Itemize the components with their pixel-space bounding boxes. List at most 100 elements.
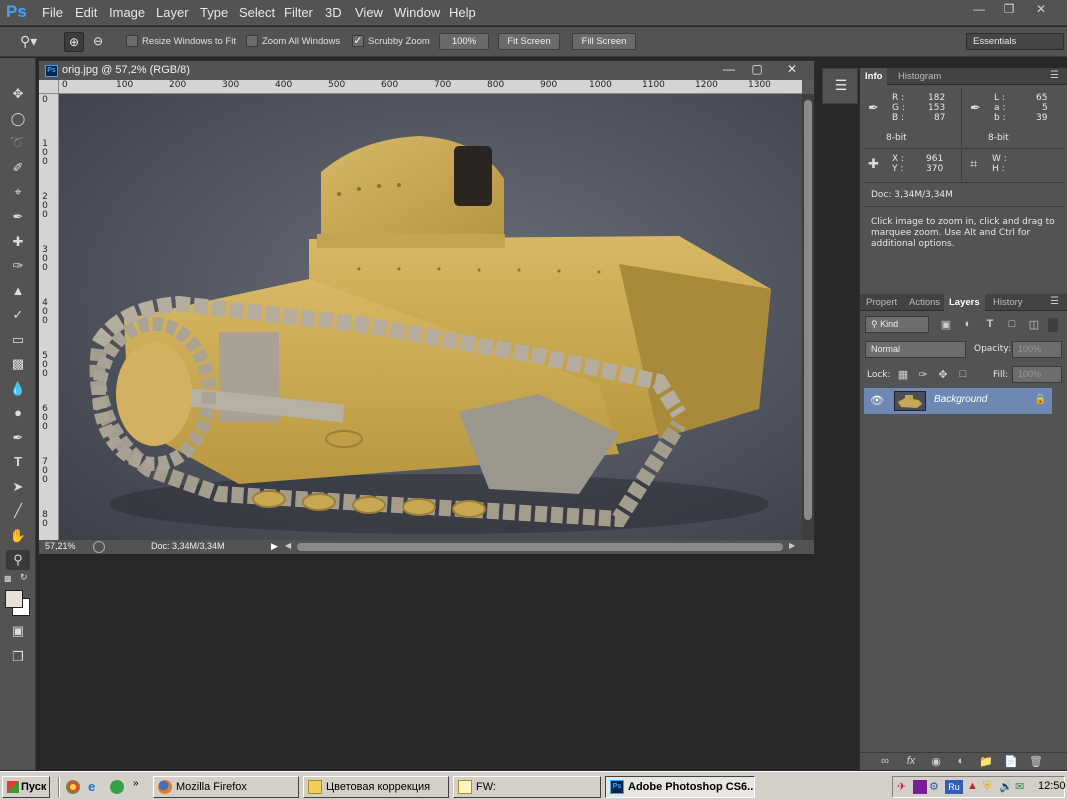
scroll-right-icon[interactable]: ▶ (789, 541, 799, 553)
vertical-ruler[interactable]: 0 1 0 0 2 0 0 3 0 0 4 0 0 5 0 0 6 0 0 7 … (39, 94, 59, 540)
tab-properties[interactable]: Propert (866, 297, 897, 308)
menu-edit[interactable]: Edit (75, 5, 97, 20)
move-tool-icon[interactable]: ✥ (6, 84, 30, 104)
crop-tool-icon[interactable]: ⌖ (6, 182, 30, 202)
marquee-tool-icon[interactable]: ◯ (6, 109, 30, 129)
tab-history[interactable]: History (993, 297, 1023, 308)
clone-stamp-tool-icon[interactable]: ▲ (6, 281, 30, 301)
taskbar-photoshop[interactable]: Ps Adobe Photoshop CS6... (605, 776, 755, 798)
zoom-all-windows-checkbox[interactable] (246, 35, 258, 47)
doc-maximize-icon[interactable]: ▢ (743, 61, 771, 78)
doc-close-icon[interactable]: ✕ (775, 61, 809, 78)
panel-menu-icon[interactable]: ☰ (1050, 296, 1059, 307)
minimize-icon[interactable]: — (968, 2, 990, 18)
close-icon[interactable]: ✕ (1030, 2, 1052, 18)
new-group-icon[interactable]: 📁 (978, 755, 994, 769)
gradient-tool-icon[interactable]: ▩ (6, 354, 30, 374)
zoom-out-icon[interactable]: ⊖ (88, 32, 108, 52)
foreground-color-swatch[interactable] (5, 590, 23, 608)
doc-minimize-icon[interactable]: — (715, 61, 743, 78)
ruler-origin[interactable] (39, 80, 59, 94)
fit-screen-button[interactable]: Fit Screen (498, 33, 560, 50)
hand-tool-icon[interactable]: ✋ (6, 526, 30, 546)
menu-filter[interactable]: Filter (284, 5, 313, 20)
eraser-tool-icon[interactable]: ▭ (6, 330, 30, 350)
eyedropper-tool-icon[interactable]: ✒ (6, 207, 30, 227)
opacity-field[interactable]: 100% (1012, 341, 1062, 358)
scrubby-zoom-checkbox[interactable]: ✓ (352, 35, 364, 47)
default-colors-icon[interactable]: ▩ (4, 574, 14, 583)
document-title-bar[interactable]: Ps orig.jpg @ 57,2% (RGB/8) — ▢ ✕ (39, 61, 814, 80)
line-tool-icon[interactable]: ╱ (6, 501, 30, 521)
tray-app-icon[interactable]: ⚙ (929, 780, 943, 794)
new-layer-icon[interactable]: 📄 (1003, 755, 1019, 769)
zoom-tool-icon[interactable]: ⚲ (6, 550, 30, 570)
chrome-icon[interactable] (66, 780, 80, 794)
adjustment-layer-icon[interactable]: ◐ (953, 755, 969, 769)
brush-tool-icon[interactable]: ✑ (6, 256, 30, 276)
filter-adjustment-icon[interactable]: ◐ (960, 318, 976, 332)
blend-mode-dropdown[interactable]: Normal (865, 341, 966, 358)
tab-actions[interactable]: Actions (909, 297, 940, 308)
menu-select[interactable]: Select (239, 5, 275, 20)
menu-3d[interactable]: 3D (325, 5, 342, 20)
lasso-tool-icon[interactable]: ➰ (6, 133, 30, 153)
taskbar-folder[interactable]: Цветовая коррекция (303, 776, 449, 798)
path-selection-tool-icon[interactable]: ➤ (6, 477, 30, 497)
layer-filter-kind-dropdown[interactable]: ⚲ Kind (865, 316, 929, 333)
pen-tool-icon[interactable]: ✒ (6, 428, 30, 448)
tab-layers[interactable]: Layers (944, 294, 985, 311)
start-button[interactable]: Пуск (2, 776, 50, 798)
quick-selection-tool-icon[interactable]: ✐ (6, 158, 30, 178)
screen-mode-icon[interactable]: ❐ (6, 647, 30, 667)
lock-transparent-icon[interactable]: ▦ (895, 368, 911, 382)
filter-smart-object-icon[interactable]: ◫ (1026, 318, 1042, 332)
internet-explorer-icon[interactable]: e (88, 779, 102, 794)
swap-colors-icon[interactable]: ↻ (20, 572, 30, 582)
tray-app-icon[interactable] (913, 780, 927, 794)
lock-all-icon[interactable]: □ (955, 368, 971, 382)
zoom-tool-preset-icon[interactable]: ⚲▾ (20, 33, 50, 51)
layer-style-icon[interactable]: fx (903, 755, 919, 769)
status-menu-arrow-icon[interactable]: ▶ (271, 541, 281, 553)
volume-icon[interactable]: 🔊 (999, 780, 1013, 794)
quicklaunch-more-icon[interactable]: » (133, 778, 143, 792)
zoom-level-field[interactable]: 57,21% (45, 541, 76, 551)
document-canvas[interactable] (59, 94, 802, 540)
status-info-icon[interactable] (93, 541, 105, 553)
menu-view[interactable]: View (355, 5, 383, 20)
fill-field[interactable]: 100% (1012, 366, 1062, 383)
type-tool-icon[interactable]: T (6, 452, 30, 472)
filter-type-icon[interactable]: T (982, 318, 998, 332)
network-icon[interactable]: ✉ (1015, 780, 1029, 794)
taskbar-firefox[interactable]: Mozilla Firefox (153, 776, 299, 798)
tab-info[interactable]: Info (860, 68, 888, 85)
delete-layer-icon[interactable]: 🗑 (1028, 755, 1044, 769)
quick-mask-icon[interactable]: ▣ (6, 621, 30, 641)
vertical-scrollbar[interactable] (802, 94, 814, 540)
menu-file[interactable]: File (42, 5, 63, 20)
lock-image-icon[interactable]: ✑ (915, 368, 931, 382)
tool-presets-icon[interactable]: ☰ (831, 77, 851, 97)
zoom-100-button[interactable]: 100% (439, 33, 489, 50)
vertical-scroll-thumb[interactable] (804, 100, 812, 520)
lock-position-icon[interactable]: ✥ (935, 368, 951, 382)
media-player-icon[interactable] (110, 780, 124, 794)
zoom-in-icon[interactable]: ⊕ (64, 32, 84, 52)
workspace-switcher[interactable]: Essentials (966, 33, 1064, 50)
menu-layer[interactable]: Layer (156, 5, 189, 20)
taskbar-mail[interactable]: FW: (453, 776, 601, 798)
resize-windows-checkbox[interactable] (126, 35, 138, 47)
tray-app-icon[interactable]: ▲ (967, 780, 981, 794)
menu-type[interactable]: Type (200, 5, 228, 20)
link-layers-icon[interactable]: ∞ (877, 755, 893, 769)
tab-histogram[interactable]: Histogram (898, 71, 941, 82)
menu-image[interactable]: Image (109, 5, 145, 20)
filter-shape-icon[interactable]: □ (1004, 318, 1020, 332)
history-brush-tool-icon[interactable]: ✓ (6, 305, 30, 325)
panel-menu-icon[interactable]: ☰ (1050, 70, 1059, 81)
filter-toggle-icon[interactable] (1048, 318, 1058, 332)
layer-row-background[interactable]: 👁 Background 🔒 (864, 388, 1052, 414)
horizontal-ruler[interactable]: 0 100 200 300 400 500 600 700 800 900 10… (59, 80, 802, 94)
scroll-left-icon[interactable]: ◀ (285, 541, 295, 553)
